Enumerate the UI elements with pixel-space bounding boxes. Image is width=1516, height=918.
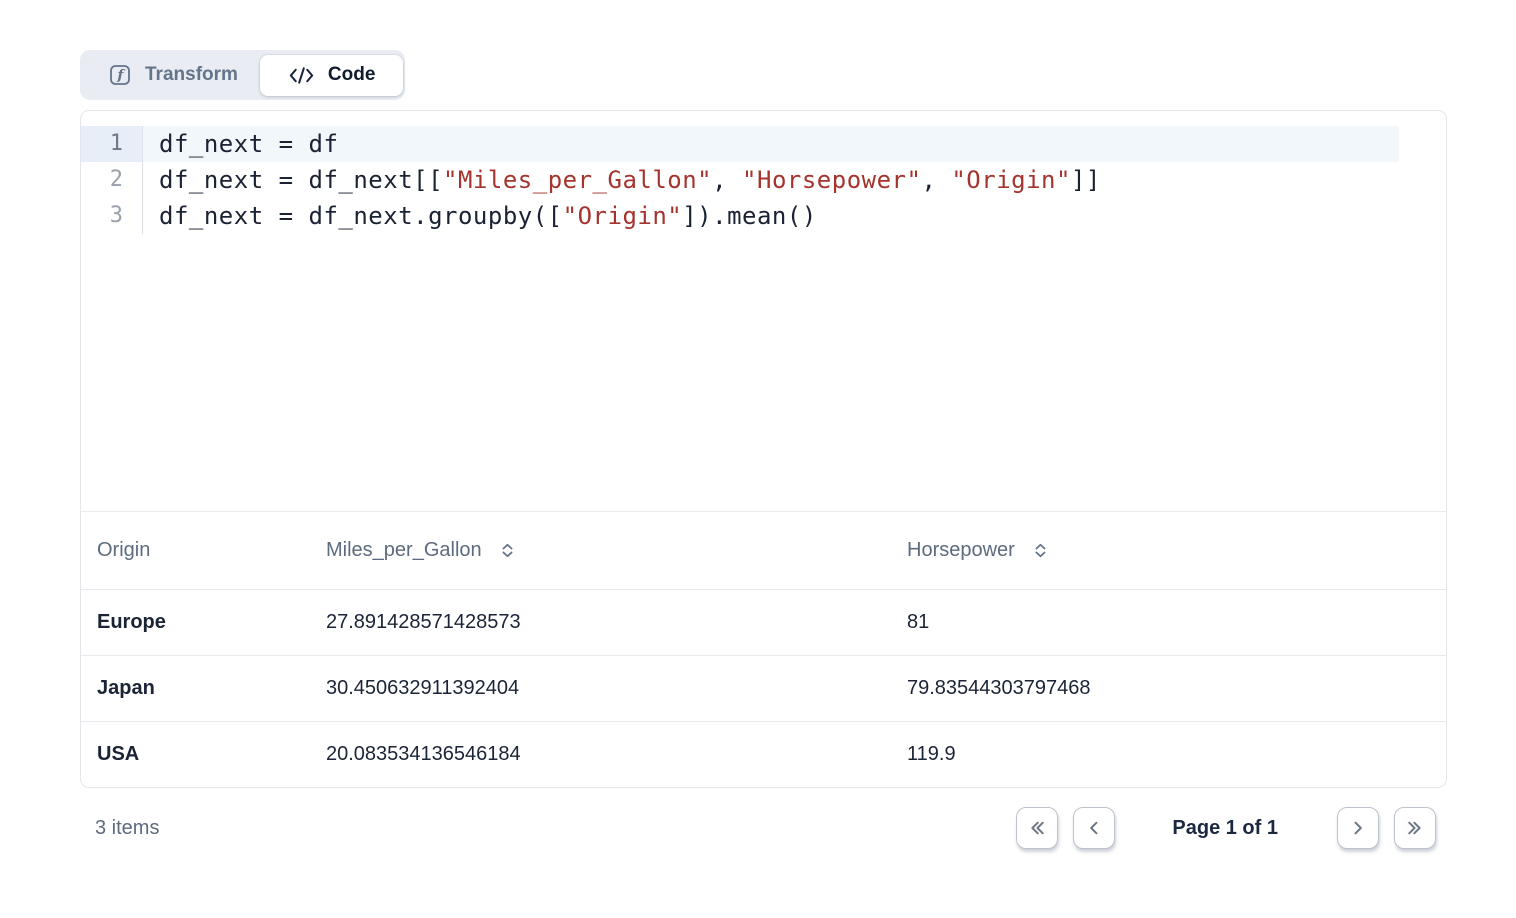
column-label: Origin — [97, 539, 150, 562]
function-icon: f — [108, 63, 132, 87]
code-text: df_next = df_next.groupby(["Origin"]).me… — [143, 198, 817, 234]
row-index-cell: Japan — [81, 677, 310, 700]
table-row: Japan30.45063291139240479.83544303797468 — [81, 655, 1446, 721]
page-indicator: Page 1 of 1 — [1172, 817, 1278, 840]
pagination: Page 1 of 1 — [1016, 807, 1436, 849]
sort-chevrons-icon — [499, 542, 516, 559]
code-brackets-icon — [288, 65, 315, 86]
previous-page-button[interactable] — [1073, 807, 1115, 849]
result-table: Origin Miles_per_Gallon Horsepower — [81, 511, 1446, 787]
chevron-right-icon — [1347, 817, 1369, 839]
table-row: Europe27.89142857142857381 — [81, 589, 1446, 655]
data-cell: 30.450632911392404 — [310, 677, 891, 700]
column-label: Horsepower — [907, 539, 1015, 562]
data-cell: 81 — [891, 611, 1446, 634]
next-page-button[interactable] — [1337, 807, 1379, 849]
first-page-button[interactable] — [1016, 807, 1058, 849]
code-text: df_next = df — [143, 126, 338, 162]
code-lines: 1df_next = df2df_next = df_next[["Miles_… — [81, 126, 1446, 234]
chevrons-right-icon — [1404, 817, 1426, 839]
dataframe-panel: 1df_next = df2df_next = df_next[["Miles_… — [80, 110, 1447, 788]
table-header: Origin Miles_per_Gallon Horsepower — [81, 511, 1446, 589]
chevrons-left-icon — [1026, 817, 1048, 839]
row-index-cell: USA — [81, 743, 310, 766]
tab-code-label: Code — [328, 64, 376, 86]
table-row: USA20.083534136546184119.9 — [81, 721, 1446, 787]
data-cell: 27.891428571428573 — [310, 611, 891, 634]
tab-code[interactable]: Code — [260, 55, 404, 96]
tab-transform-label: Transform — [145, 64, 238, 86]
table-footer: 3 items Page 1 of 1 — [80, 788, 1447, 868]
data-cell: 20.083534136546184 — [310, 743, 891, 766]
chevron-left-icon — [1083, 817, 1105, 839]
code-line[interactable]: 3df_next = df_next.groupby(["Origin"]).m… — [81, 198, 1446, 234]
last-page-button[interactable] — [1394, 807, 1436, 849]
svg-text:f: f — [116, 68, 126, 84]
items-count: 3 items — [95, 817, 159, 840]
sort-button[interactable] — [1032, 542, 1049, 559]
code-text: df_next = df_next[["Miles_per_Gallon", "… — [143, 162, 1101, 198]
row-index-cell: Europe — [81, 611, 310, 634]
tab-transform[interactable]: f Transform — [82, 55, 260, 96]
column-header-origin: Origin — [81, 539, 310, 562]
code-editor[interactable]: 1df_next = df2df_next = df_next[["Miles_… — [81, 111, 1446, 511]
line-number: 3 — [81, 198, 143, 234]
line-number: 2 — [81, 162, 143, 198]
code-line[interactable]: 2df_next = df_next[["Miles_per_Gallon", … — [81, 162, 1446, 198]
data-cell: 79.83544303797468 — [891, 677, 1446, 700]
column-label: Miles_per_Gallon — [326, 539, 482, 562]
code-line[interactable]: 1df_next = df — [81, 126, 1446, 162]
table-body: Europe27.89142857142857381Japan30.450632… — [81, 589, 1446, 787]
sort-button[interactable] — [499, 542, 516, 559]
line-number: 1 — [81, 126, 143, 162]
view-switcher: f Transform Code — [80, 50, 405, 100]
column-header-horsepower: Horsepower — [891, 539, 1446, 562]
data-cell: 119.9 — [891, 743, 1446, 766]
column-header-miles-per-gallon: Miles_per_Gallon — [310, 539, 891, 562]
sort-chevrons-icon — [1032, 542, 1049, 559]
